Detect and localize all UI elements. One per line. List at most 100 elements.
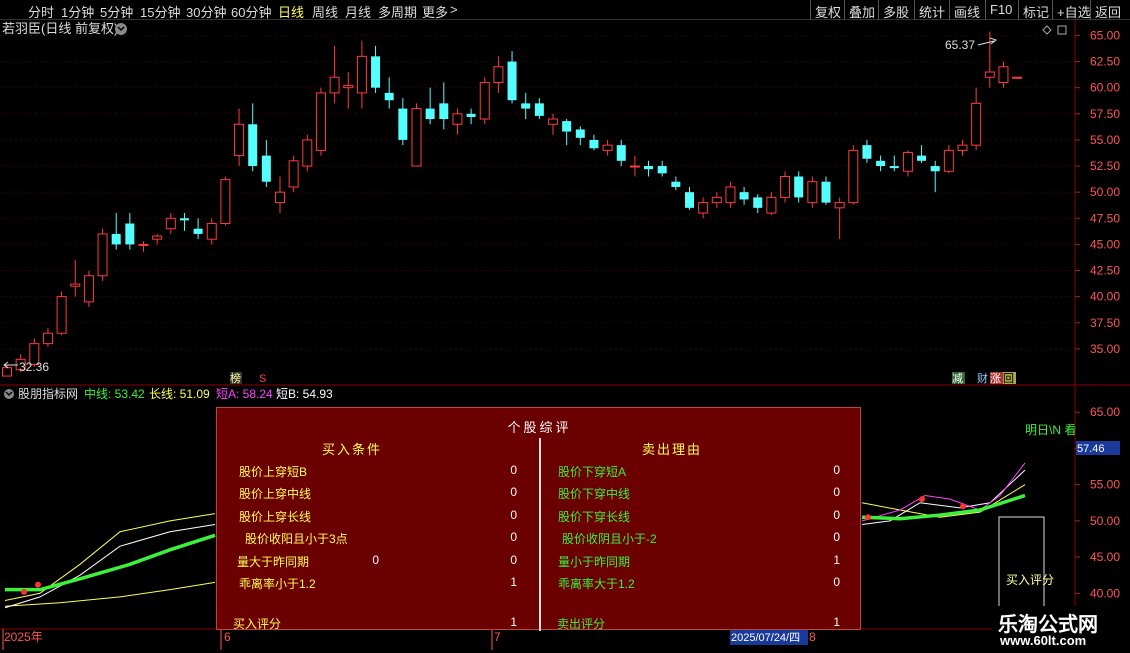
candle-body[interactable] (507, 61, 517, 101)
candle-body[interactable] (220, 179, 231, 225)
chevron-down-icon[interactable] (4, 389, 14, 399)
candle-body[interactable] (943, 149, 954, 172)
candle-body[interactable] (466, 113, 476, 117)
period-5[interactable]: 30分钟 (186, 2, 226, 21)
toolbar-action-6[interactable]: F10 (990, 2, 1012, 17)
more-arrow-icon[interactable]: > (450, 2, 458, 17)
candle-body[interactable] (83, 275, 94, 303)
candle-body[interactable] (984, 71, 995, 78)
candle-body[interactable] (343, 85, 354, 89)
candle-body[interactable] (138, 243, 149, 246)
marker-zhang[interactable]: 涨 (990, 372, 1001, 385)
candle-body[interactable] (521, 103, 531, 109)
candle-body[interactable] (356, 55, 367, 94)
toolbar-action-7[interactable]: 标记 (1023, 2, 1049, 21)
chevron-down-icon[interactable] (115, 23, 127, 35)
candle-body[interactable] (2, 367, 12, 377)
period-3[interactable]: 5分钟 (100, 2, 133, 21)
candle-body[interactable] (152, 235, 163, 240)
candle-body[interactable] (329, 76, 340, 94)
candle-body[interactable] (371, 56, 381, 88)
marker-jian[interactable]: 减 (952, 372, 963, 385)
candle-body[interactable] (902, 151, 913, 172)
candle-body[interactable] (753, 197, 763, 208)
toolbar-action-5[interactable]: 画线 (954, 2, 980, 21)
candle-body[interactable] (602, 144, 613, 151)
candle-body[interactable] (261, 155, 271, 182)
candle-body[interactable] (930, 166, 940, 172)
marker-hui[interactable]: 回 (1003, 372, 1014, 385)
candle-body[interactable] (998, 66, 1009, 83)
period-9[interactable]: 月线 (345, 2, 371, 21)
candle-body[interactable] (616, 145, 626, 161)
candle-body[interactable] (971, 102, 982, 146)
candle-body[interactable] (889, 166, 899, 169)
candle-body[interactable] (848, 149, 859, 204)
candle-body[interactable] (479, 81, 490, 120)
candle-body[interactable] (411, 108, 422, 167)
candle-body[interactable] (957, 144, 968, 151)
period-10[interactable]: 多周期 (378, 2, 417, 21)
candle-body[interactable] (439, 103, 449, 120)
candle-body[interactable] (315, 92, 326, 151)
candle-body[interactable] (288, 160, 299, 188)
candle-body[interactable] (425, 108, 435, 120)
period-4[interactable]: 15分钟 (140, 2, 180, 21)
candle-body[interactable] (794, 176, 804, 198)
candle-body[interactable] (452, 113, 463, 125)
candle-body[interactable] (493, 66, 504, 83)
period-1[interactable]: 分时 (28, 2, 54, 21)
candle-body[interactable] (42, 332, 53, 345)
candle-body[interactable] (165, 217, 176, 230)
toolbar-action-2[interactable]: 叠加 (849, 2, 875, 21)
candle-body[interactable] (384, 92, 394, 101)
candle-body[interactable] (671, 181, 681, 187)
marker-bang[interactable]: 榜 (230, 371, 241, 385)
candle-body[interactable] (111, 233, 121, 245)
marker-s[interactable]: S (259, 373, 266, 385)
toolbar-action-9[interactable]: 返回 (1095, 2, 1121, 21)
candle-body[interactable] (589, 139, 599, 149)
toolbar-action-8[interactable]: +自选 (1057, 2, 1091, 21)
candle-body[interactable] (876, 160, 886, 167)
toolbar-action-3[interactable]: 多股 (883, 2, 909, 21)
candle-body[interactable] (807, 181, 818, 204)
toolbar-action-4[interactable]: 统计 (919, 2, 945, 21)
period-2[interactable]: 1分钟 (61, 2, 94, 21)
candle-body[interactable] (179, 218, 189, 221)
candle-body[interactable] (739, 192, 749, 200)
candle-body[interactable] (821, 181, 831, 203)
candle-body[interactable] (685, 192, 694, 208)
candle-body[interactable] (575, 129, 585, 138)
candle-body[interactable] (766, 196, 777, 214)
marker-cai[interactable]: 财 (977, 371, 988, 385)
candle-body[interactable] (834, 202, 845, 209)
candle-body[interactable] (56, 296, 67, 334)
candle-body[interactable] (917, 155, 927, 161)
candle-body[interactable] (780, 175, 791, 198)
candle-body[interactable] (698, 202, 709, 214)
candle-body[interactable] (711, 196, 722, 204)
diamond-icon[interactable] (1042, 25, 1052, 35)
candle-body[interactable] (70, 283, 81, 287)
candle-body[interactable] (234, 123, 245, 157)
candle-body[interactable] (548, 118, 558, 125)
candle-body[interactable] (275, 191, 285, 204)
candle-body[interactable] (862, 145, 872, 159)
candle-body[interactable] (206, 223, 217, 240)
candle-body[interactable] (644, 166, 654, 170)
toolbar-action-1[interactable]: 复权 (815, 2, 841, 21)
period-8[interactable]: 周线 (312, 2, 338, 21)
candle-body[interactable] (562, 121, 572, 132)
candle-body[interactable] (398, 108, 408, 140)
candle-body[interactable] (248, 124, 258, 167)
candle-body[interactable] (125, 223, 135, 245)
candle-body[interactable] (97, 233, 108, 277)
period-7[interactable]: 日线 (278, 2, 304, 21)
candle-body[interactable] (534, 103, 544, 116)
restore-icon[interactable] (1057, 25, 1067, 35)
candle-body[interactable] (657, 166, 667, 174)
indicator-name[interactable]: 股朋指标网 (18, 386, 78, 401)
candle-body[interactable] (629, 165, 640, 168)
candle-body[interactable] (302, 139, 313, 167)
